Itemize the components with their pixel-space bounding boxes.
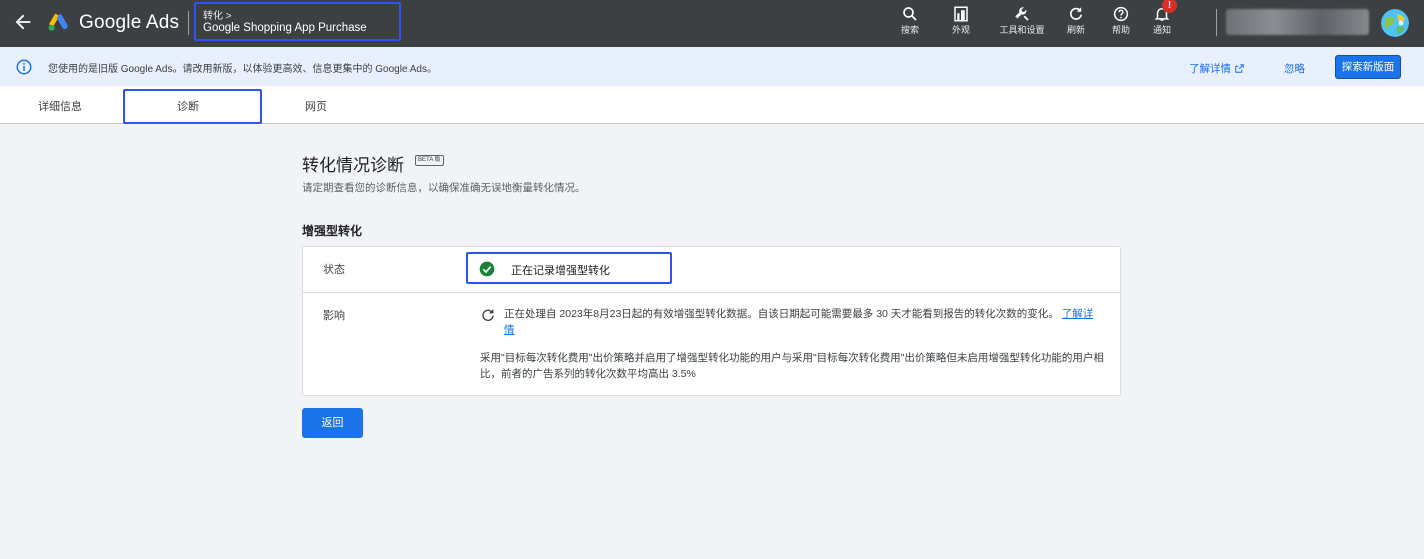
wrench-icon	[1015, 7, 1029, 21]
impact-text: 正在处理自 2023年8月23日起的有效增强型转化数据。自该日期起可能需要最多 …	[504, 306, 1094, 338]
help-icon	[1113, 6, 1129, 22]
breadcrumb-title: Google Shopping App Purchase	[203, 22, 367, 34]
impact-description: 正在处理自 2023年8月23日起的有效增强型转化数据。自该日期起可能需要最多 …	[504, 308, 1059, 320]
external-link-icon	[1235, 64, 1244, 73]
notice-text: 您使用的是旧版 Google Ads。请改用新版，以体验更高效、信息更集中的 G…	[48, 64, 437, 75]
beta-badge: BETA 版	[415, 155, 444, 166]
impact-label: 影响	[323, 310, 345, 322]
notifications-tool-button[interactable]: 通知	[1140, 3, 1184, 45]
tab-bar: 详细信息 诊断 网页	[0, 86, 1424, 124]
row-divider	[303, 292, 1120, 293]
brand-name[interactable]: Google Ads	[79, 12, 179, 34]
info-icon	[16, 59, 32, 75]
google-ads-logo-icon[interactable]	[46, 10, 70, 34]
help-tool-button[interactable]: 帮助	[1099, 3, 1143, 45]
status-value: 正在记录增强型转化	[511, 265, 610, 277]
check-circle-icon	[479, 261, 495, 277]
account-info-blurred[interactable]	[1226, 9, 1369, 35]
tools-settings-button[interactable]: 工具和设置	[999, 3, 1045, 45]
page-title: 转化情况诊断	[302, 156, 404, 175]
status-label: 状态	[323, 264, 345, 276]
search-tool-button[interactable]: 搜索	[888, 3, 932, 45]
avatar-globe-icon	[1381, 9, 1409, 37]
refresh-tool-button[interactable]: 刷新	[1054, 3, 1098, 45]
back-button[interactable]: 返回	[302, 408, 363, 438]
tools-settings-label: 工具和设置	[999, 25, 1045, 35]
tab-diagnostics[interactable]: 诊断	[177, 98, 199, 114]
search-tool-label: 搜索	[900, 25, 919, 35]
divider	[188, 11, 189, 35]
refresh-icon	[1070, 7, 1083, 20]
appearance-tool-button[interactable]: 外观	[939, 3, 983, 45]
tab-web-pages[interactable]: 网页	[305, 98, 327, 114]
notifications-tool-label: 通知	[1152, 25, 1171, 35]
learn-more-label: 了解详情	[1189, 63, 1231, 75]
appearance-icon	[954, 6, 968, 22]
top-bar: Google Ads 转化 > Google Shopping App Purc…	[0, 0, 1424, 47]
legacy-notice-bar: 您使用的是旧版 Google Ads。请改用新版，以体验更高效、信息更集中的 G…	[0, 47, 1424, 86]
avatar[interactable]	[1381, 9, 1409, 37]
impact-note: 采用"目标每次转化费用"出价策略并启用了增强型转化功能的用户与采用"目标每次转化…	[480, 352, 1104, 380]
explore-new-version-button[interactable]: 探索新版面	[1335, 55, 1401, 79]
appearance-tool-label: 外观	[951, 25, 970, 35]
section-title: 增强型转化	[302, 224, 363, 238]
tab-details[interactable]: 详细信息	[38, 98, 82, 114]
learn-more-link[interactable]: 了解详情	[1189, 61, 1244, 76]
search-icon	[903, 7, 917, 21]
divider	[1216, 9, 1217, 36]
breadcrumb-parent-link[interactable]: 转化 >	[203, 7, 232, 22]
help-tool-label: 帮助	[1111, 25, 1130, 35]
processing-refresh-icon	[482, 309, 494, 322]
dismiss-button[interactable]: 忽略	[1284, 61, 1305, 76]
page-subtitle: 请定期查看您的诊断信息，以确保准确无误地衡量转化情况。	[302, 182, 586, 194]
diagnostics-card: 状态 正在记录增强型转化 影响 正在处理自 2023年8月23日起的有效增强型转…	[302, 246, 1121, 396]
back-arrow-icon[interactable]	[12, 11, 34, 33]
refresh-tool-label: 刷新	[1066, 25, 1085, 35]
